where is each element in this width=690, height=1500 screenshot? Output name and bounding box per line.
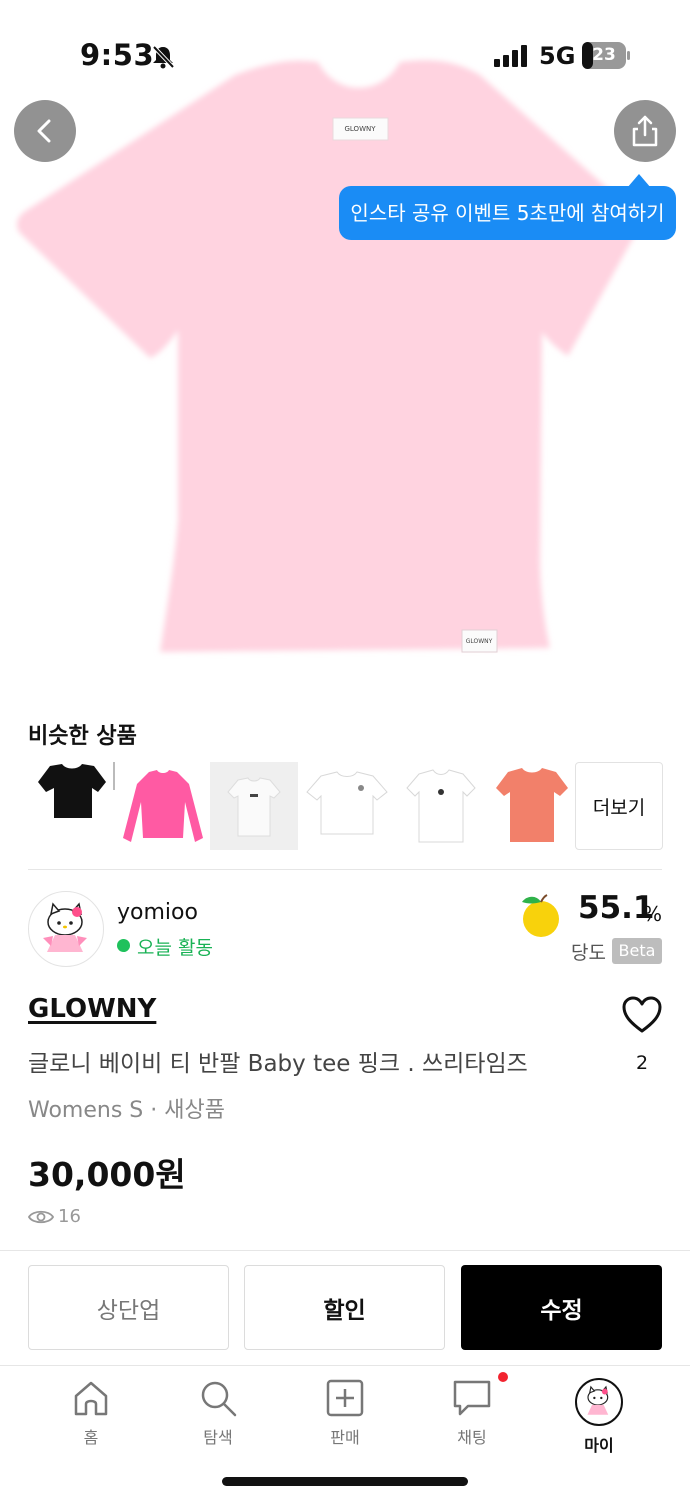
coral-tshirt-thumb bbox=[496, 768, 568, 842]
eye-icon bbox=[28, 1210, 54, 1224]
plus-square-icon bbox=[326, 1379, 364, 1417]
tab-label: 홈 bbox=[83, 1428, 99, 1447]
tab-label: 마이 bbox=[584, 1436, 614, 1455]
black-tshirt-thumb bbox=[38, 762, 115, 818]
status-time: 9:53 bbox=[80, 38, 155, 72]
my-avatar bbox=[575, 1378, 623, 1426]
online-status-dot bbox=[117, 939, 130, 952]
chevron-left-icon bbox=[37, 119, 51, 143]
edit-button[interactable]: 수정 bbox=[461, 1265, 662, 1350]
similar-item-white-tee-2[interactable] bbox=[303, 762, 391, 850]
like-count: 2 bbox=[636, 1052, 649, 1074]
beta-badge: Beta bbox=[612, 938, 662, 964]
brand-link[interactable]: GLOWNY bbox=[28, 994, 156, 1024]
similar-products-list: 더보기 bbox=[28, 762, 668, 850]
tab-search[interactable]: 탐색 bbox=[168, 1378, 268, 1458]
hello-kitty-avatar bbox=[587, 1385, 609, 1415]
share-icon bbox=[632, 115, 658, 147]
instagram-event-tooltip[interactable]: 인스타 공유 이벤트 5초만에 참여하기 bbox=[339, 186, 676, 240]
similar-item-white-tee-3[interactable] bbox=[397, 762, 485, 850]
hello-kitty-avatar bbox=[43, 902, 87, 952]
divider bbox=[0, 1365, 690, 1366]
seller-name[interactable]: yomioo bbox=[117, 900, 198, 925]
pink-tshirt-illustration: GLOWNY GLOWNY bbox=[16, 60, 638, 653]
activity-status: 오늘 활동 bbox=[137, 937, 213, 959]
white-tshirt-thumb bbox=[406, 769, 476, 843]
similar-item-pink-longsleeve[interactable] bbox=[119, 762, 207, 850]
product-title: 글로니 베이비 티 반팔 Baby tee 핑크 . 쓰리타임즈 bbox=[28, 1051, 528, 1077]
similar-item-white-tee-gray[interactable] bbox=[210, 762, 298, 850]
share-button[interactable] bbox=[614, 100, 676, 162]
notification-dot bbox=[498, 1372, 508, 1382]
status-bar: 9:53 5G 23 bbox=[0, 0, 690, 100]
divider bbox=[28, 869, 662, 870]
bump-button[interactable]: 상단업 bbox=[28, 1265, 229, 1350]
product-image[interactable]: GLOWNY GLOWNY bbox=[0, 0, 690, 700]
similar-products-title: 비슷한 상품 bbox=[28, 724, 137, 749]
discount-button[interactable]: 할인 bbox=[244, 1265, 445, 1350]
tab-home[interactable]: 홈 bbox=[41, 1378, 141, 1458]
tab-my[interactable]: 마이 bbox=[549, 1378, 649, 1458]
similar-item-black-tee[interactable] bbox=[28, 762, 116, 850]
divider bbox=[0, 1250, 690, 1251]
sweetness-unit: % bbox=[643, 902, 663, 926]
seller-avatar[interactable] bbox=[28, 891, 104, 967]
tab-label: 판매 bbox=[330, 1428, 360, 1447]
battery-level: 23 bbox=[592, 45, 616, 65]
home-icon bbox=[74, 1381, 108, 1416]
bell-off-icon bbox=[152, 45, 175, 69]
sweetness-label: 당도 bbox=[571, 942, 606, 964]
back-button[interactable] bbox=[14, 100, 76, 162]
home-indicator bbox=[222, 1477, 468, 1486]
tab-label: 채팅 bbox=[457, 1428, 487, 1447]
svg-text:GLOWNY: GLOWNY bbox=[466, 638, 493, 645]
product-meta: Womens S · 새상품 bbox=[28, 1098, 225, 1123]
tab-label: 탐색 bbox=[203, 1428, 233, 1447]
white-tshirt-thumb bbox=[306, 771, 388, 835]
view-count: 16 bbox=[58, 1206, 81, 1227]
network-label: 5G bbox=[539, 42, 576, 70]
chat-bubble-icon bbox=[453, 1380, 491, 1416]
heart-icon[interactable] bbox=[621, 995, 663, 1035]
tab-sell[interactable]: 판매 bbox=[295, 1378, 395, 1458]
more-similar-button[interactable]: 더보기 bbox=[575, 762, 663, 850]
peach-icon bbox=[522, 894, 559, 937]
search-icon bbox=[201, 1381, 237, 1417]
signal-icon bbox=[494, 45, 527, 67]
product-price: 30,000원 bbox=[28, 1155, 186, 1194]
tab-chat[interactable]: 채팅 bbox=[422, 1372, 522, 1458]
similar-item-coral-tee[interactable] bbox=[488, 762, 576, 850]
white-tshirt-thumb bbox=[227, 777, 281, 837]
svg-text:GLOWNY: GLOWNY bbox=[344, 125, 376, 133]
pink-longsleeve-thumb bbox=[123, 770, 203, 842]
